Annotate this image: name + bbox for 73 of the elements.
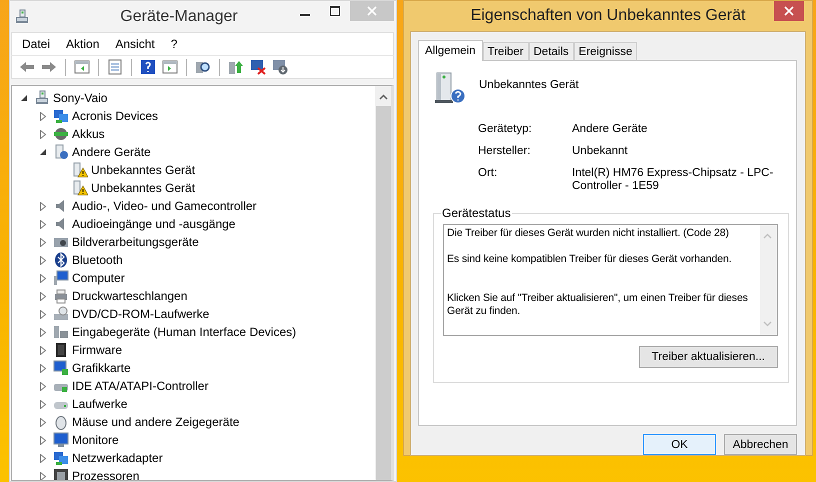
tree-item[interactable]: Laufwerke xyxy=(72,396,128,412)
field-label: Gerätetyp: xyxy=(478,123,533,136)
disc-drive-icon xyxy=(53,306,69,322)
tree-item[interactable]: Mäuse und andere Zeigegeräte xyxy=(72,414,240,430)
tree-item[interactable]: IDE ATA/ATAPI-Controller xyxy=(72,378,208,394)
tree-item[interactable]: Eingabegeräte (Human Interface Devices) xyxy=(72,324,296,340)
forward-icon[interactable] xyxy=(41,59,57,75)
tree-item[interactable]: Audio-, Video- und Gamecontroller xyxy=(72,198,257,214)
field-label: Ort: xyxy=(478,167,498,181)
battery-icon xyxy=(53,126,69,142)
tree-item[interactable]: Akkus xyxy=(72,126,105,142)
mouse-icon xyxy=(53,414,69,430)
tree-item[interactable]: Netzwerkadapter xyxy=(72,450,163,466)
panel-icon[interactable] xyxy=(162,59,178,75)
tree-item[interactable]: Druckwarteschlangen xyxy=(72,288,188,304)
field-value: Unbekannt xyxy=(572,145,629,158)
tree-item[interactable]: Acronis Devices xyxy=(72,108,158,124)
tree-item[interactable]: Sony-Vaio xyxy=(53,90,108,106)
bluetooth-icon xyxy=(53,252,69,268)
window-title: Geräte-Manager xyxy=(119,8,239,26)
tab[interactable]: Ereignisse xyxy=(574,42,638,60)
group-label: Gerätestatus xyxy=(441,206,512,220)
processor-icon xyxy=(53,468,69,480)
remove-icon[interactable] xyxy=(250,59,266,75)
panel-icon[interactable] xyxy=(74,59,90,75)
device-name: Unbekanntes Gerät xyxy=(479,79,579,91)
device-manager-icon xyxy=(14,8,30,24)
printer-icon xyxy=(53,288,69,304)
cancel-button[interactable]: Abbrechen xyxy=(724,434,797,455)
ok-button[interactable]: OK xyxy=(643,434,716,455)
back-icon[interactable] xyxy=(19,59,35,75)
menu-item[interactable]: Ansicht xyxy=(107,37,163,51)
tree-item[interactable]: Andere Geräte xyxy=(72,144,151,160)
tree-item[interactable]: Bildverarbeitungsgeräte xyxy=(72,234,199,250)
field-value: Intel(R) HM76 Express-Chipsatz - LPC-Controller - 1E59 xyxy=(572,167,774,193)
menu-item[interactable]: ? xyxy=(162,37,186,51)
field-value: Andere Geräte xyxy=(572,123,648,136)
close-icon xyxy=(367,6,377,16)
close-icon xyxy=(784,6,794,16)
maximize-icon xyxy=(330,6,340,16)
update-driver-button[interactable]: Treiber aktualisieren... xyxy=(638,346,778,368)
monitor-icon xyxy=(53,432,69,448)
tree-item[interactable]: Computer xyxy=(72,270,125,286)
tree-item[interactable]: Unbekanntes Gerät xyxy=(91,180,196,196)
tree-item[interactable]: Prozessoren xyxy=(72,468,140,480)
status-text: Die Treiber für dieses Gerät wurden nicht installiert. (Code 28) Es sind keine kompatiblen Treiber für dieses Gerät vorhanden. Klicken Sie auf "Treiber aktualisieren", um einen Treiber für dieses Gerät zu finden. xyxy=(446,226,749,319)
tab[interactable]: Details xyxy=(528,42,574,60)
tree-item[interactable]: Unbekanntes Gerät xyxy=(91,162,196,178)
tree-item[interactable]: Grafikkarte xyxy=(72,360,131,376)
menu-item[interactable]: Aktion xyxy=(58,37,108,51)
dialog-title: Eigenschaften von Unbekanntes Gerät xyxy=(470,7,746,25)
network-icon xyxy=(53,108,69,124)
help-icon[interactable] xyxy=(140,59,156,75)
close-button[interactable] xyxy=(774,1,804,21)
computer-icon xyxy=(53,270,69,286)
tab[interactable]: Treiber xyxy=(482,42,528,60)
tree-item[interactable]: DVD/CD-ROM-Laufwerke xyxy=(72,306,210,322)
update-icon[interactable] xyxy=(228,59,244,75)
field-label: Hersteller: xyxy=(478,145,532,158)
properties-icon[interactable] xyxy=(107,59,123,75)
computer-icon xyxy=(34,90,50,106)
tab[interactable]: Allgemein xyxy=(418,40,482,61)
tree-item[interactable]: Monitore xyxy=(72,432,119,448)
minimize-icon xyxy=(300,14,310,16)
chip-icon xyxy=(53,342,69,358)
menu-item[interactable]: Datei xyxy=(22,37,58,51)
network-icon xyxy=(53,450,69,466)
download-icon[interactable] xyxy=(272,59,288,75)
scan-icon[interactable] xyxy=(195,59,211,75)
tree-item[interactable]: Firmware xyxy=(72,342,122,358)
display-adapter-icon xyxy=(53,360,69,376)
tree-item[interactable]: Bluetooth xyxy=(72,252,123,268)
tree-item[interactable]: Audioeingänge und -ausgänge xyxy=(72,216,236,232)
